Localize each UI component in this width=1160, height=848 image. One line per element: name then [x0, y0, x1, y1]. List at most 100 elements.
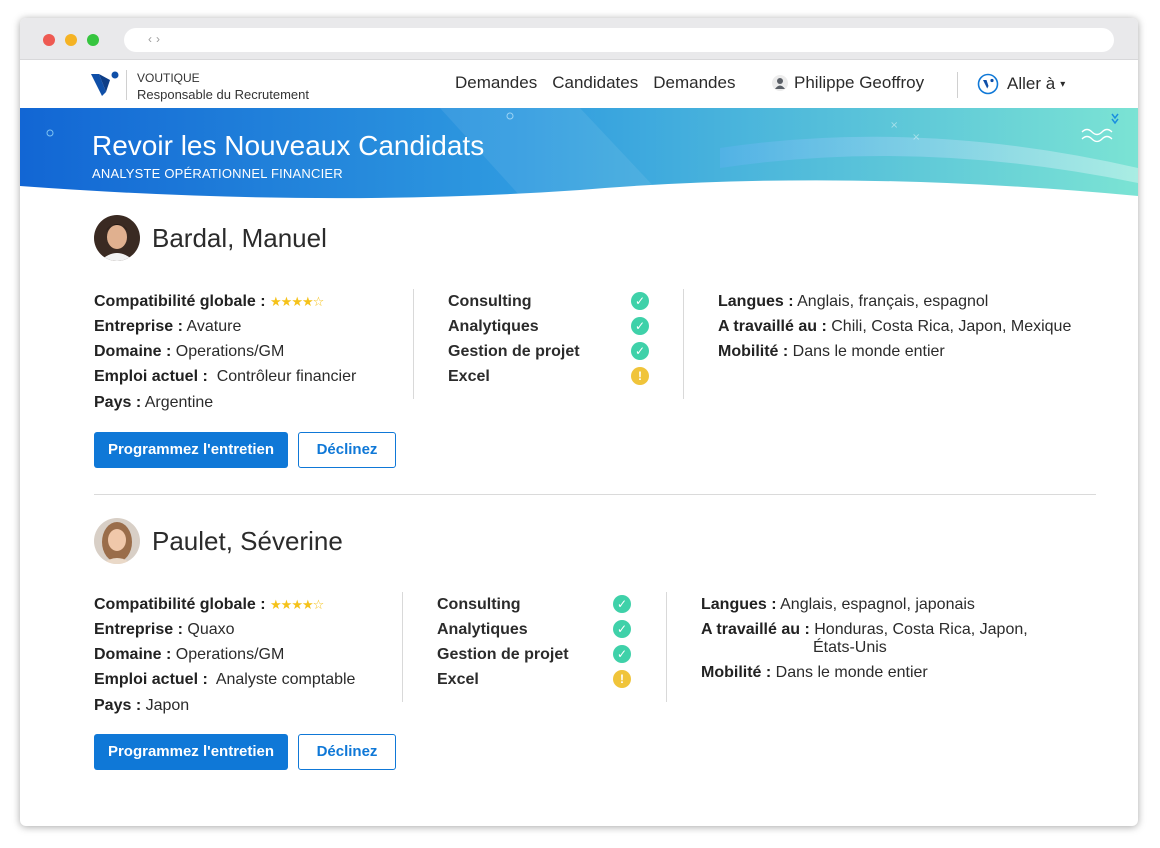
logo-divider [126, 70, 127, 100]
close-window-button[interactable] [43, 34, 55, 46]
company-label: Entreprise : [94, 318, 183, 335]
column-divider [683, 289, 684, 399]
decline-button[interactable]: Déclinez [298, 432, 396, 468]
org-name: VOUTIQUE [137, 71, 200, 85]
country-label: Pays : [94, 697, 142, 714]
worked-value: Honduras, Costa Rica, Japon, [814, 621, 1028, 638]
candidate-avatar[interactable] [94, 518, 140, 564]
company-value: Quaxo [187, 621, 235, 638]
domain-label: Domaine : [94, 646, 172, 663]
country-value: Japon [145, 697, 190, 714]
company-label: Entreprise : [94, 621, 183, 638]
worked-label: A travaillé au : [701, 621, 810, 638]
rating-stars: ★★★★☆ [270, 597, 324, 612]
skills-list: Consulting ✓ Analytiques ✓ Gestion de pr… [448, 289, 658, 399]
mobility-label: Mobilité : [701, 664, 772, 681]
worked-label: A travaillé au : [718, 318, 827, 335]
country-label: Pays : [94, 394, 142, 411]
skill-label: Excel [448, 368, 490, 385]
languages-value: Anglais, espagnol, japonais [780, 596, 975, 613]
candidate-name: Paulet, Séverine [152, 525, 343, 556]
schedule-interview-button[interactable]: Programmez l'entretien [94, 432, 288, 468]
candidate-card: Bardal, Manuel Compatibilité globale : ★… [94, 215, 1096, 475]
warning-icon: ! [631, 367, 649, 385]
candidate-avatar[interactable] [94, 215, 140, 261]
check-icon: ✓ [613, 620, 631, 638]
languages-label: Langues : [701, 596, 777, 613]
check-icon: ✓ [613, 595, 631, 613]
rating-stars: ★★★★☆ [270, 294, 324, 309]
user-menu[interactable]: Philippe Geoffroy [772, 73, 924, 93]
nav-separator [957, 72, 958, 98]
candidate-header: Bardal, Manuel [94, 215, 327, 261]
mobility-value: Dans le monde entier [792, 343, 945, 360]
decline-button[interactable]: Déclinez [298, 734, 396, 770]
goto-menu[interactable]: Aller à ▾ [977, 73, 1065, 95]
candidate-card: Paulet, Séverine Compatibilité globale :… [94, 518, 1096, 778]
job-value: Analyste comptable [215, 671, 356, 688]
worked-value: Chili, Costa Rica, Japon, Mexique [831, 318, 1072, 335]
goto-label: Aller à [1007, 74, 1056, 93]
browser-window: ‹› VOUTIQUE Responsable du Recrutement D… [20, 18, 1138, 826]
skill-label: Gestion de projet [448, 343, 580, 360]
warning-icon: ! [613, 670, 631, 688]
skill-label: Excel [437, 671, 479, 688]
svg-text:×: × [890, 120, 898, 131]
mobility-label: Mobilité : [718, 343, 789, 360]
maximize-window-button[interactable] [87, 34, 99, 46]
chevron-down-icon: ▾ [1060, 78, 1066, 90]
nav-demandes-2[interactable]: Demandes [653, 73, 735, 93]
domain-label: Domaine : [94, 343, 172, 360]
column-divider [402, 592, 403, 702]
domain-value: Operations/GM [175, 646, 285, 663]
nav-candidates[interactable]: Candidates [552, 73, 638, 93]
job-label: Emploi actuel : [94, 671, 208, 688]
candidate-header: Paulet, Séverine [94, 518, 343, 564]
job-label: Emploi actuel : [94, 368, 208, 385]
compat-label: Compatibilité globale : [94, 293, 266, 310]
company-value: Avature [186, 318, 242, 335]
address-bar[interactable]: ‹› [124, 28, 1114, 52]
job-value: Contrôleur financier [216, 368, 357, 385]
user-name: Philippe Geoffroy [794, 73, 925, 92]
column-divider [666, 592, 667, 702]
check-icon: ✓ [631, 342, 649, 360]
candidate-extra: Langues : Anglais, français, espagnol A … [718, 289, 1108, 364]
domain-value: Operations/GM [175, 343, 285, 360]
candidate-separator [94, 494, 1096, 495]
top-navigation: VOUTIQUE Responsable du Recrutement Dema… [20, 60, 1138, 108]
mobility-value: Dans le monde entier [775, 664, 928, 681]
languages-value: Anglais, français, espagnol [797, 293, 989, 310]
main-nav: Demandes Candidates Demandes [455, 73, 750, 93]
skill-label: Consulting [448, 293, 532, 310]
back-forward-icon[interactable]: ‹› [148, 32, 164, 46]
skill-label: Analytiques [448, 318, 539, 335]
page-banner: × × Revoir les Nouveaux Candidats ANALYS… [20, 108, 1138, 203]
compat-label: Compatibilité globale : [94, 596, 266, 613]
svg-text:×: × [912, 132, 920, 143]
candidate-profile: Compatibilité globale : ★★★★☆ Entreprise… [94, 289, 394, 415]
skills-list: Consulting ✓ Analytiques ✓ Gestion de pr… [437, 592, 647, 702]
country-value: Argentine [144, 394, 214, 411]
skill-label: Analytiques [437, 621, 528, 638]
page-subtitle: ANALYSTE OPÉRATIONNEL FINANCIER [92, 166, 343, 181]
candidate-name: Bardal, Manuel [152, 222, 327, 253]
voutique-circle-icon [977, 73, 999, 95]
minimize-window-button[interactable] [65, 34, 77, 46]
check-icon: ✓ [631, 317, 649, 335]
column-divider [413, 289, 414, 399]
user-avatar-icon [772, 75, 788, 91]
schedule-interview-button[interactable]: Programmez l'entretien [94, 734, 288, 770]
check-icon: ✓ [631, 292, 649, 310]
org-role: Responsable du Recrutement [137, 87, 309, 102]
candidate-extra: Langues : Anglais, espagnol, japonais A … [701, 592, 1096, 685]
nav-demandes[interactable]: Demandes [455, 73, 537, 93]
check-icon: ✓ [613, 645, 631, 663]
skill-label: Gestion de projet [437, 646, 569, 663]
browser-chrome: ‹› [20, 18, 1138, 60]
candidate-profile: Compatibilité globale : ★★★★☆ Entreprise… [94, 592, 394, 718]
worked-value-line2: États-Unis [813, 639, 887, 656]
voutique-logo-icon[interactable] [90, 70, 120, 98]
languages-label: Langues : [718, 293, 794, 310]
page-title: Revoir les Nouveaux Candidats [92, 130, 485, 161]
